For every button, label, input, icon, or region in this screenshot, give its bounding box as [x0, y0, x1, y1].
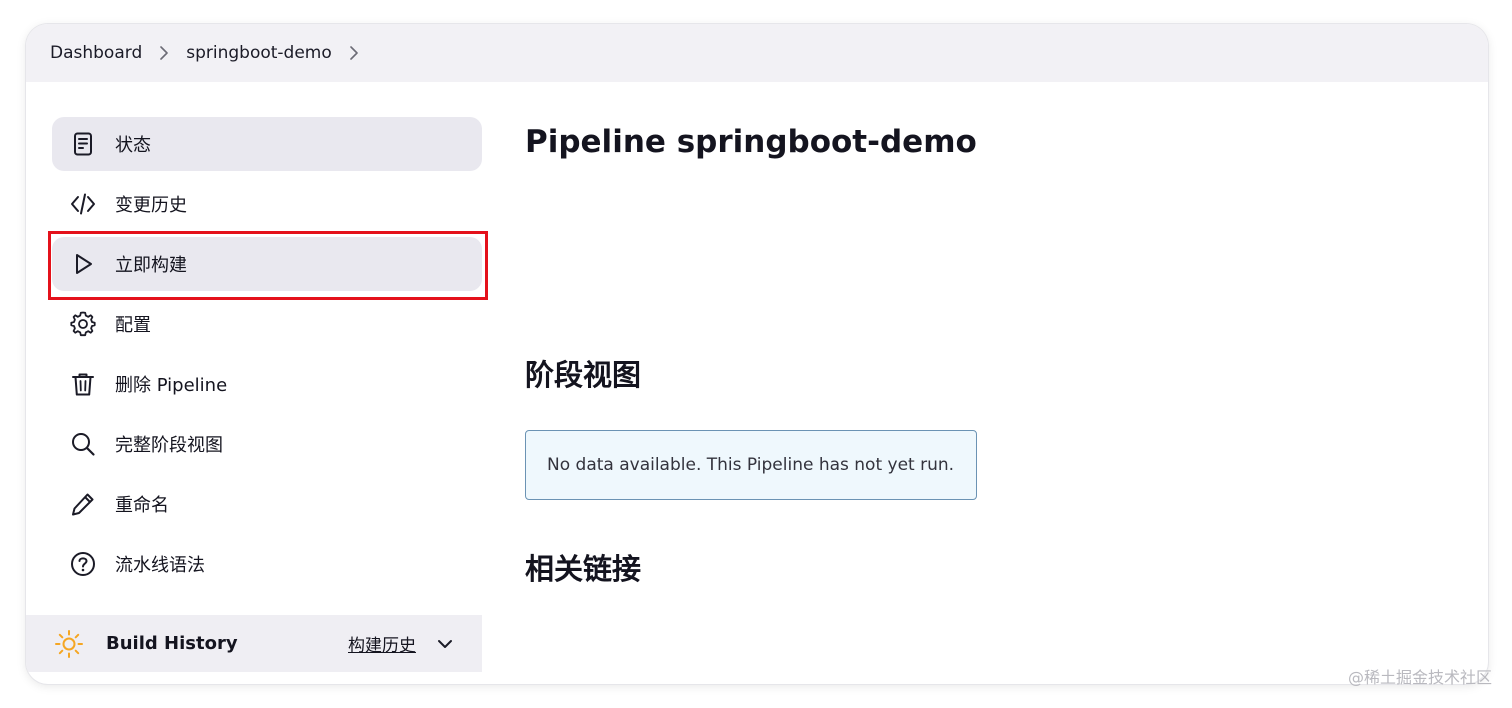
- sidebar-item-rename[interactable]: 重命名: [52, 477, 482, 531]
- sidebar-item-label: 流水线语法: [115, 555, 205, 576]
- code-icon: [68, 189, 98, 219]
- breadcrumb-separator[interactable]: [332, 24, 376, 82]
- sidebar-item-pipeline-syntax[interactable]: 流水线语法: [52, 537, 482, 591]
- sidebar-item-delete[interactable]: 删除 Pipeline: [52, 357, 482, 411]
- sidebar-item-label: 状态: [115, 135, 151, 156]
- gear-icon: [68, 309, 98, 339]
- sidebar-item-full-stage-view[interactable]: 完整阶段视图: [52, 417, 482, 471]
- sidebar: 状态 变更历史 立即构建 配置 删除 Pipeline 完整阶段视图 重命名 流…: [52, 117, 482, 597]
- chevron-right-icon: [349, 46, 358, 60]
- trash-icon: [68, 369, 98, 399]
- sidebar-item-build-now[interactable]: 立即构建: [52, 237, 482, 291]
- chevron-right-icon: [160, 46, 169, 60]
- related-links-title: 相关链接: [525, 552, 642, 586]
- sidebar-item-label: 变更历史: [115, 195, 187, 216]
- document-icon: [68, 129, 98, 159]
- breadcrumb-project[interactable]: springboot-demo: [186, 43, 332, 63]
- sidebar-item-configure[interactable]: 配置: [52, 297, 482, 351]
- sun-icon: [55, 630, 83, 658]
- sidebar-item-label: 完整阶段视图: [115, 435, 223, 456]
- breadcrumb: Dashboard springboot-demo: [26, 24, 1488, 82]
- watermark: @稀土掘金技术社区: [1347, 668, 1492, 687]
- chevron-down-icon[interactable]: [436, 635, 454, 653]
- sidebar-item-status[interactable]: 状态: [52, 117, 482, 171]
- play-icon: [68, 249, 98, 279]
- pencil-icon: [68, 489, 98, 519]
- breadcrumb-dashboard[interactable]: Dashboard: [50, 43, 142, 63]
- page-title: Pipeline springboot-demo: [525, 124, 977, 160]
- breadcrumb-separator[interactable]: [142, 24, 186, 82]
- search-icon: [68, 429, 98, 459]
- sidebar-item-label: 配置: [115, 315, 151, 336]
- sidebar-item-changes[interactable]: 变更历史: [52, 177, 482, 231]
- build-history-panel: Build History 构建历史: [26, 615, 482, 672]
- stage-view-title: 阶段视图: [525, 358, 642, 392]
- sidebar-item-label: 重命名: [115, 495, 169, 516]
- no-data-notice: No data available. This Pipeline has not…: [525, 430, 977, 500]
- help-icon: [68, 549, 98, 579]
- sidebar-item-label: 删除 Pipeline: [115, 375, 228, 396]
- jenkins-window: Dashboard springboot-demo 状态 变更历史 立即构建 配…: [26, 24, 1488, 684]
- build-history-link[interactable]: 构建历史: [348, 631, 416, 656]
- sidebar-item-label: 立即构建: [115, 255, 187, 276]
- build-history-title: Build History: [106, 633, 238, 654]
